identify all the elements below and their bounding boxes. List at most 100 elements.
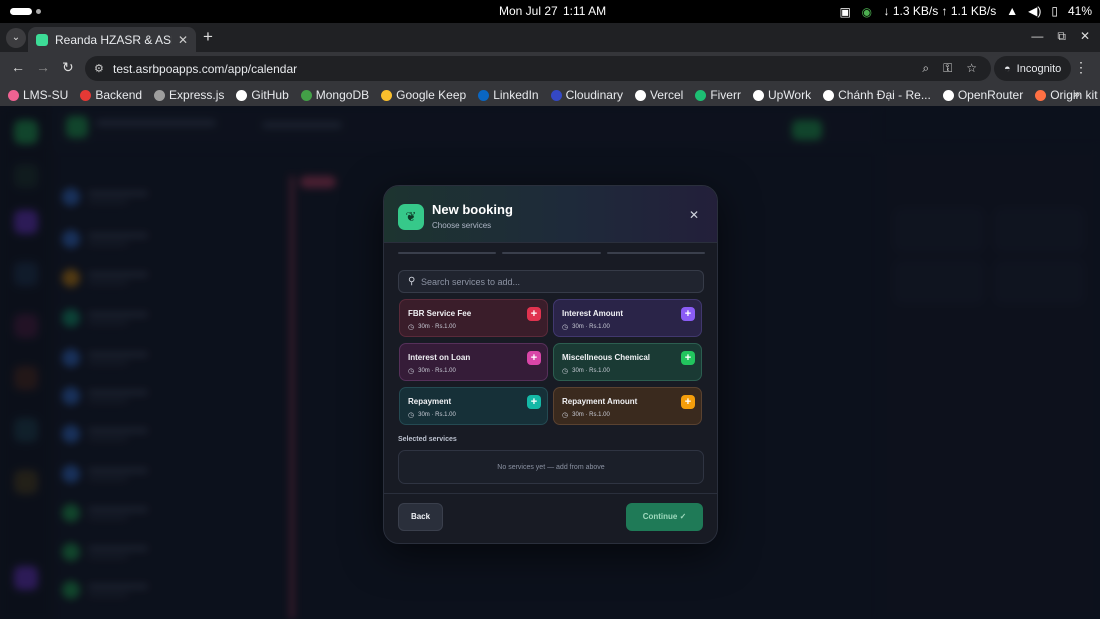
service-duration-price: 30m · Rs.1.00 <box>572 368 610 374</box>
clock-icon: ◷ <box>562 324 569 331</box>
bookmark-favicon-icon <box>550 89 562 101</box>
service-card[interactable]: Repayment ◷ 30m · Rs.1.00 + <box>399 387 548 425</box>
omnibox[interactable]: ⚙ test.asrbpoapps.com/app/calendar ⌕ ⚿ ☆ <box>85 56 991 81</box>
service-meta: ◷ 30m · Rs.1.00 <box>562 411 610 419</box>
tab-search-chevron-icon[interactable]: ⌄ <box>6 28 26 48</box>
step-indicator <box>606 252 705 254</box>
clock-icon: ◷ <box>562 368 569 375</box>
bookmarks-bar: LMS-SU Backend Express.js GitHub MongoDB Goog… <box>0 84 1100 106</box>
bookmark-item[interactable]: LMS-SU <box>8 88 68 102</box>
browser-menu-icon[interactable]: ⋮ <box>1074 59 1088 76</box>
booking-logo-icon: ❦ <box>398 204 424 230</box>
new-tab-icon[interactable]: + <box>203 27 213 47</box>
incognito-label: Incognito <box>1016 62 1062 75</box>
add-service-icon[interactable]: + <box>681 395 695 409</box>
os-time[interactable]: 1:11 AM <box>563 4 606 18</box>
modal-header: ❦ New booking Choose services ✕ <box>384 186 717 243</box>
reload-icon[interactable]: ↻ <box>62 59 74 76</box>
volume-icon[interactable]: ◀) <box>1028 4 1041 18</box>
minimize-icon[interactable]: — <box>1031 29 1043 44</box>
bookmark-item[interactable]: OpenRouter <box>942 88 1024 102</box>
clock-icon: ◷ <box>408 324 415 331</box>
browser-tab[interactable]: Reanda HZASR & ASR BP ✕ <box>28 27 196 52</box>
service-search: ⚲ <box>398 270 704 293</box>
bookmarks-overflow-icon[interactable]: » <box>1073 87 1080 101</box>
tab-close-icon[interactable]: ✕ <box>178 33 188 47</box>
bookmark-label: Backend <box>95 88 143 102</box>
clock-icon: ◷ <box>562 412 569 419</box>
bookmark-item[interactable]: Google Keep <box>381 88 466 102</box>
service-card[interactable]: Repayment Amount ◷ 30m · Rs.1.00 + <box>553 387 702 425</box>
service-name: Interest on Loan <box>408 353 471 362</box>
window-close-icon[interactable]: ✕ <box>1080 29 1090 44</box>
clipboard-icon[interactable]: ▣ <box>840 5 852 19</box>
close-icon[interactable]: ✕ <box>689 208 699 222</box>
bookmark-item[interactable]: GitHub <box>236 88 289 102</box>
service-card[interactable]: Interest on Loan ◷ 30m · Rs.1.00 + <box>399 343 548 381</box>
os-top-bar: Mon Jul 27 1:11 AM ▣ ◉ ↓ 1.3 KB/s ↑ 1.1 … <box>0 0 1100 23</box>
add-service-icon[interactable]: + <box>527 307 541 321</box>
back-button[interactable]: Back <box>398 503 443 531</box>
tab-title: Reanda HZASR & ASR BP <box>55 32 172 47</box>
service-duration-price: 30m · Rs.1.00 <box>418 412 456 418</box>
wifi-icon[interactable]: ▲ <box>1006 4 1018 18</box>
add-service-icon[interactable]: + <box>527 351 541 365</box>
tab-favicon-icon <box>36 33 48 46</box>
incognito-indicator[interactable]: ◓ Incognito <box>994 56 1072 81</box>
selected-services-label: Selected services <box>398 436 457 443</box>
tab-strip: ⌄ Reanda HZASR & ASR BP ✕ + — ⧉ ✕ <box>0 23 1100 52</box>
bookmark-item[interactable]: Cloudinary <box>550 88 623 102</box>
service-name: Repayment Amount <box>562 397 638 406</box>
bookmark-favicon-icon <box>942 89 954 101</box>
bookmark-label: LMS-SU <box>23 88 69 102</box>
bookmark-favicon-icon <box>381 89 393 101</box>
back-arrow-icon[interactable]: ← <box>11 59 25 75</box>
maximize-icon[interactable]: ⧉ <box>1057 29 1066 44</box>
bookmark-item[interactable]: Origin kit <box>1035 88 1098 102</box>
bookmark-item[interactable]: Fiverr <box>695 88 741 102</box>
bookmark-item[interactable]: UpWork <box>752 88 811 102</box>
zoom-icon[interactable]: ⌕ <box>922 61 929 76</box>
bookmark-favicon-icon <box>695 89 707 101</box>
add-service-icon[interactable]: + <box>681 351 695 365</box>
battery-percent: 41% <box>1067 4 1092 18</box>
service-name: Interest Amount <box>562 309 624 318</box>
service-meta: ◷ 30m · Rs.1.00 <box>408 367 456 375</box>
service-search-input[interactable] <box>421 273 697 291</box>
service-card[interactable]: FBR Service Fee ◷ 30m · Rs.1.00 + <box>399 299 548 337</box>
site-info-icon[interactable]: ⚙ <box>94 62 104 75</box>
search-icon: ⚲ <box>408 276 416 287</box>
bookmark-item[interactable]: Express.js <box>154 88 224 102</box>
service-card[interactable]: Interest Amount ◷ 30m · Rs.1.00 + <box>553 299 702 337</box>
service-card[interactable]: Miscellneous Chemical ◷ 30m · Rs.1.00 + <box>553 343 702 381</box>
password-key-icon[interactable]: ⚿ <box>943 61 952 76</box>
bookmark-favicon-icon <box>634 89 646 101</box>
service-meta: ◷ 30m · Rs.1.00 <box>562 323 610 331</box>
bookmark-item[interactable]: Backend <box>80 88 142 102</box>
bookmark-item[interactable]: LinkedIn <box>478 88 539 102</box>
bookmark-label: Vercel <box>649 88 684 102</box>
bookmark-item[interactable]: Vercel <box>634 88 684 102</box>
bookmark-label: Express.js <box>169 88 225 102</box>
bookmark-favicon-icon <box>478 89 490 101</box>
bookmark-star-icon[interactable]: ☆ <box>966 61 977 76</box>
clock-icon: ◷ <box>408 412 415 419</box>
address-row: ← → ↻ ⚙ test.asrbpoapps.com/app/calendar… <box>0 52 1100 84</box>
forward-arrow-icon[interactable]: → <box>36 59 50 75</box>
bookmark-label: OpenRouter <box>957 88 1024 102</box>
service-name: FBR Service Fee <box>408 309 472 318</box>
url-text[interactable]: test.asrbpoapps.com/app/calendar <box>113 62 297 76</box>
activities-indicator[interactable] <box>10 8 32 15</box>
add-service-icon[interactable]: + <box>681 307 695 321</box>
service-duration-price: 30m · Rs.1.00 <box>418 368 456 374</box>
battery-icon[interactable]: ▯ <box>1051 4 1058 18</box>
network-speed: ↓ 1.3 KB/s ↑ 1.1 KB/s <box>883 4 997 18</box>
bookmark-favicon-icon <box>1035 89 1047 101</box>
bookmark-item[interactable]: MongoDB <box>300 88 369 102</box>
add-service-icon[interactable]: + <box>527 395 541 409</box>
service-duration-price: 30m · Rs.1.00 <box>418 324 456 330</box>
bookmark-item[interactable]: Chánh Đại - Re... <box>823 88 931 102</box>
chrome-icon[interactable]: ◉ <box>862 5 874 19</box>
continue-button[interactable]: Continue ✓ <box>626 503 703 531</box>
os-date[interactable]: Mon Jul 27 <box>499 4 558 18</box>
